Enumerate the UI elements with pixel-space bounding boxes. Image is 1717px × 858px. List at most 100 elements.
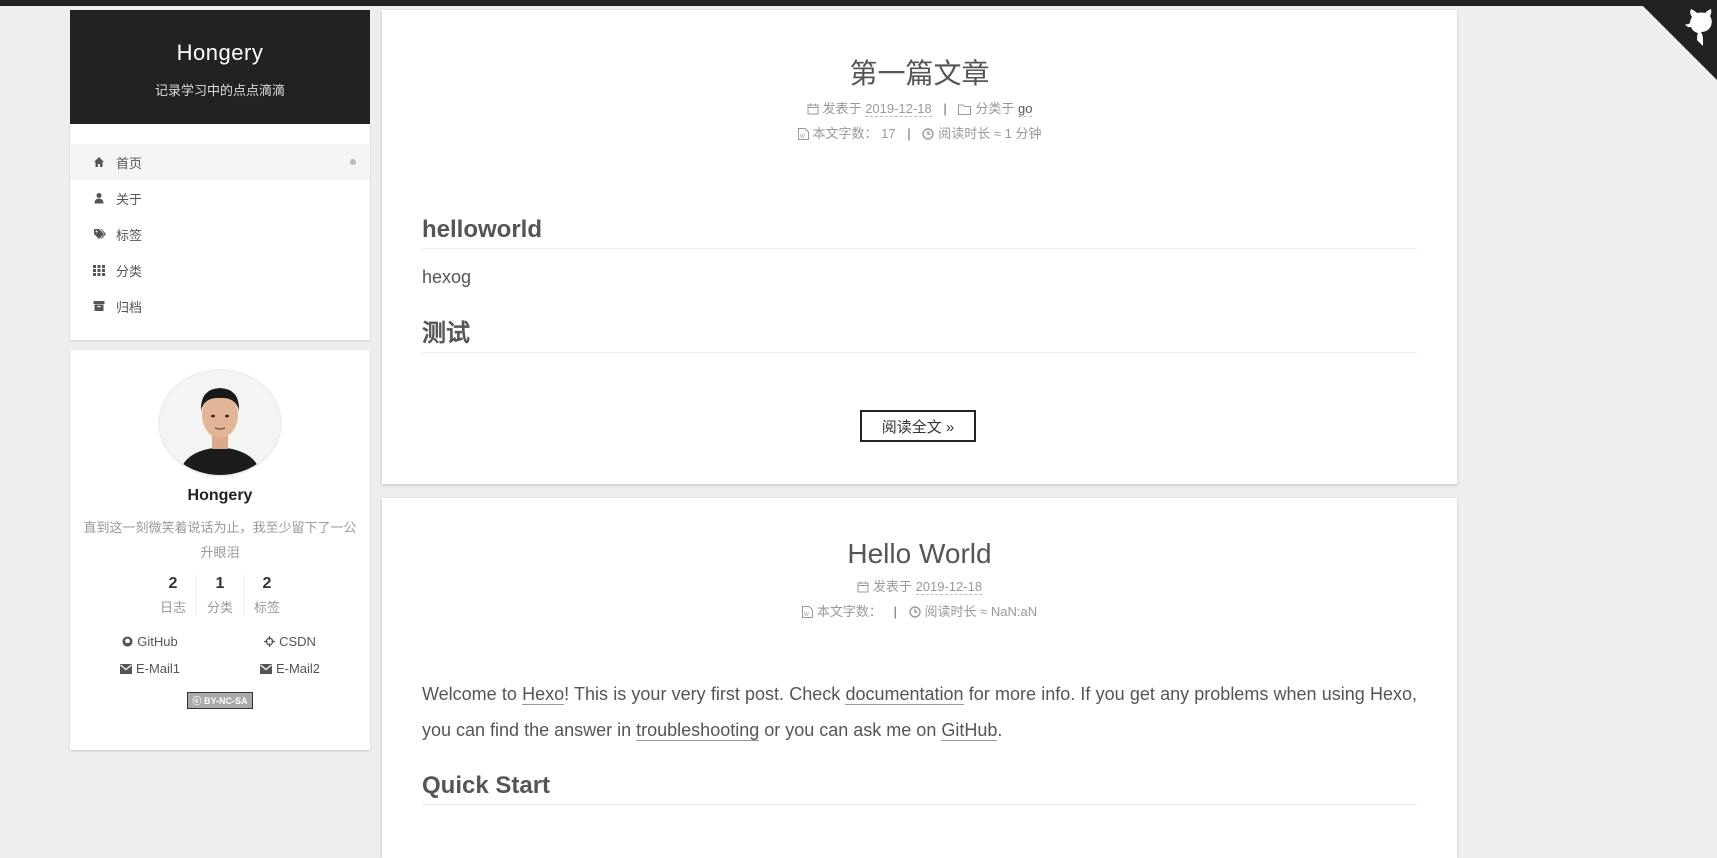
paragraph-text: ! This is your very first post. Check	[564, 684, 846, 704]
grid-icon	[92, 263, 106, 277]
menu-item-label: 归档	[116, 299, 143, 315]
menu-item-archives[interactable]: 归档	[70, 288, 370, 324]
posted-label: 发表于	[872, 579, 912, 594]
post-card: 第一篇文章 发表于 2019-12-18 | 分类于 go W 本文字数： 17 …	[382, 10, 1457, 484]
post-heading: helloworld	[422, 216, 1417, 249]
paragraph-text: Welcome to	[422, 684, 523, 704]
sidebar-menu: 首页 关于 标签 分类 归档	[70, 124, 370, 340]
author-description: 直到这一刻微笑着说话为止，我至少留下了一公升眼泪	[83, 520, 357, 560]
calendar-icon	[857, 581, 869, 593]
readtime-label: 阅读时长 ≈	[938, 126, 1002, 141]
stat-categories[interactable]: 1 分类	[196, 575, 243, 616]
social-links: GitHub CSDN E-Mail1 E-Mail2	[70, 634, 370, 676]
crosshairs-icon	[264, 636, 276, 647]
separator: |	[907, 126, 911, 141]
posted-label: 发表于	[822, 101, 862, 116]
tags-icon	[92, 227, 106, 241]
wordcount-label: 本文字数：	[816, 604, 882, 619]
github-corner-icon[interactable]	[1637, 0, 1717, 80]
readtime-value: 1 分钟	[1004, 126, 1042, 141]
clock-icon	[908, 606, 921, 618]
post-meta-line-2: W 本文字数： | 阅读时长 ≈ NaN:aN	[382, 601, 1457, 620]
post-date[interactable]: 2019-12-18	[915, 579, 983, 595]
active-indicator	[350, 159, 356, 165]
stat-number: 2	[262, 575, 272, 592]
link-label: GitHub	[137, 634, 178, 649]
paragraph-text: or you can ask me on	[759, 720, 942, 740]
post-heading: Quick Start	[422, 772, 1417, 805]
site-stats: 2 日志 1 分类 2 标签	[70, 575, 370, 616]
link-label: CSDN	[279, 634, 316, 649]
post-meta-line-1: 发表于 2019-12-18	[382, 576, 1457, 595]
calendar-icon	[807, 103, 819, 115]
user-icon	[92, 191, 106, 205]
github-link[interactable]: GitHub	[941, 720, 998, 741]
wordcount-label: 本文字数：	[812, 126, 878, 141]
readtime-label: 阅读时长 ≈	[924, 604, 988, 619]
svg-text:W: W	[800, 134, 805, 140]
envelope-icon	[119, 663, 132, 674]
archive-icon	[92, 299, 106, 313]
post-paragraph: Welcome to Hexo! This is your very first…	[422, 676, 1417, 748]
paragraph-text: .	[997, 720, 1003, 740]
author-name: Hongery	[187, 487, 253, 504]
menu-item-label: 关于	[116, 191, 143, 207]
avatar	[158, 369, 282, 477]
menu-item-label: 首页	[116, 155, 143, 171]
wordcount-value: 17	[881, 126, 896, 141]
link-label: E-Mail1	[135, 661, 181, 676]
author-profile: Hongery 直到这一刻微笑着说话为止，我至少留下了一公升眼泪 2 日志 1 …	[70, 350, 370, 750]
stat-label: 日志	[159, 600, 186, 615]
envelope-icon	[259, 663, 272, 674]
post-category-link[interactable]: go	[1017, 101, 1033, 117]
post-date[interactable]: 2019-12-18	[865, 101, 932, 117]
stat-posts[interactable]: 2 日志	[150, 575, 196, 616]
github-link[interactable]: GitHub	[80, 634, 220, 649]
email1-link[interactable]: E-Mail1	[80, 661, 220, 676]
post-meta-line-1: 发表于 2019-12-18 | 分类于 go	[382, 98, 1457, 117]
post-title[interactable]: Hello World	[382, 538, 1457, 570]
site-brand: Hongery 记录学习中的点点滴滴	[70, 10, 370, 124]
home-icon	[92, 155, 106, 169]
separator: |	[893, 604, 897, 619]
documentation-link[interactable]: documentation	[845, 684, 964, 705]
email2-link[interactable]: E-Mail2	[220, 661, 360, 676]
cc-icon: ⓒ	[192, 696, 204, 706]
license-label: BY-NC-SA	[204, 696, 248, 706]
post-card: Hello World 发表于 2019-12-18 W 本文字数： | 阅读时长…	[382, 498, 1457, 858]
post-paragraph: hexog	[422, 267, 472, 287]
site-title[interactable]: Hongery	[70, 40, 370, 66]
troubleshooting-link[interactable]: troubleshooting	[636, 720, 760, 741]
post-heading: 测试	[422, 313, 1417, 353]
file-word-icon: W	[797, 128, 809, 140]
hexo-link[interactable]: Hexo	[522, 684, 565, 705]
menu-item-about[interactable]: 关于	[70, 180, 370, 216]
menu-item-tags[interactable]: 标签	[70, 216, 370, 252]
stat-tags[interactable]: 2 标签	[243, 575, 290, 616]
read-more-button[interactable]: 阅读全文 »	[860, 410, 976, 442]
menu-item-categories[interactable]: 分类	[70, 252, 370, 288]
stat-number: 1	[215, 575, 225, 592]
menu-item-label: 分类	[116, 263, 143, 279]
clock-icon	[922, 128, 934, 140]
link-label: E-Mail2	[275, 661, 321, 676]
menu-item-label: 标签	[116, 227, 143, 243]
post-body: helloworld hexog 测试	[422, 216, 1417, 353]
menu-item-home[interactable]: 首页	[70, 144, 370, 180]
readtime-value: NaN:aN	[990, 604, 1038, 619]
top-bar	[0, 0, 1717, 6]
post-meta-line-2: W 本文字数： 17 | 阅读时长 ≈ 1 分钟	[382, 123, 1457, 142]
creative-commons-badge[interactable]: ⓒ BY-NC-SA	[187, 692, 253, 709]
stat-label: 标签	[253, 600, 280, 615]
post-body: Welcome to Hexo! This is your very first…	[422, 676, 1417, 805]
stat-number: 2	[168, 575, 178, 592]
stat-label: 分类	[206, 600, 233, 615]
post-title[interactable]: 第一篇文章	[382, 52, 1457, 92]
site-subtitle: 记录学习中的点点滴滴	[154, 83, 285, 98]
category-label: 分类于	[975, 101, 1015, 116]
csdn-link[interactable]: CSDN	[220, 634, 360, 649]
file-word-icon: W	[801, 606, 813, 618]
svg-text:W: W	[804, 612, 809, 618]
github-icon	[122, 636, 133, 647]
separator: |	[943, 101, 947, 116]
